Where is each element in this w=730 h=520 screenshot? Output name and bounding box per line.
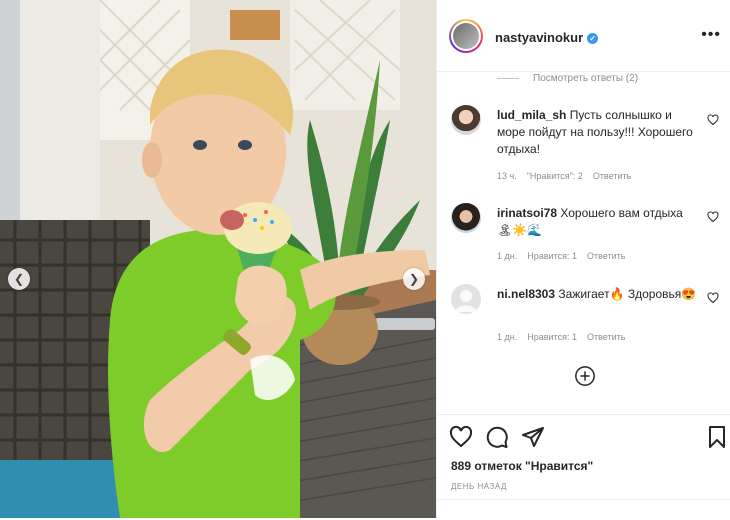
post-side-panel: nastyavinokur ✓ ••• Посмотреть ответы (2)… (436, 0, 730, 518)
comment-meta: 1 дн. Нравится: 1 Ответить (497, 251, 635, 261)
bookmark-icon[interactable] (705, 425, 729, 449)
comment-time[interactable]: 13 ч. (497, 171, 517, 181)
default-user-icon (455, 290, 477, 312)
comment-likes[interactable]: "Нравится": 2 (527, 171, 583, 181)
comment-likes[interactable]: Нравится: 1 (527, 332, 577, 342)
comment-avatar[interactable] (451, 203, 481, 233)
author-username[interactable]: nastyavinokur ✓ (495, 30, 599, 45)
comment-avatar[interactable] (451, 284, 481, 314)
reply-button[interactable]: Ответить (587, 332, 625, 342)
post-photo: ❮ ❯ (0, 0, 436, 518)
comment-username[interactable]: irinatsoi78 (497, 206, 557, 220)
next-photo-button[interactable]: ❯ (403, 268, 425, 290)
add-comment-bar[interactable] (437, 499, 730, 520)
photo-illustration (0, 0, 436, 518)
reply-button[interactable]: Ответить (593, 171, 631, 181)
comment-item: irinatsoi78 Хорошего вам отдыха🏝☀️🌊 1 дн… (451, 203, 721, 263)
heart-icon[interactable] (707, 211, 719, 223)
comment-username[interactable]: ni.nel8303 (497, 287, 555, 301)
share-icon[interactable] (521, 425, 545, 449)
verified-badge-icon: ✓ (587, 33, 599, 45)
comment-content: Зажигает🔥 Здоровья😍 (555, 287, 697, 301)
comment-meta: 13 ч. "Нравится": 2 Ответить (497, 171, 641, 181)
comment-username[interactable]: lud_mila_sh (497, 108, 566, 122)
comment-text: irinatsoi78 Хорошего вам отдыха🏝☀️🌊 (497, 205, 697, 239)
avatar-image (453, 23, 479, 49)
comment-avatar[interactable] (451, 105, 481, 135)
more-options-button[interactable]: ••• (701, 26, 721, 44)
view-replies-text[interactable]: Посмотреть ответы (2) (533, 73, 638, 84)
author-username-text[interactable]: nastyavinokur (495, 30, 583, 45)
comment-time[interactable]: 1 дн. (497, 251, 517, 261)
comment-icon[interactable] (485, 425, 509, 449)
comment-time[interactable]: 1 дн. (497, 332, 517, 342)
comment-text: lud_mila_sh Пусть солнышко и море пойдут… (497, 107, 697, 158)
heart-icon[interactable] (707, 114, 719, 126)
reply-button[interactable]: Ответить (587, 251, 625, 261)
post-header: nastyavinokur ✓ ••• (437, 0, 730, 72)
comment-likes[interactable]: Нравится: 1 (527, 251, 577, 261)
chevron-right-icon: ❯ (408, 272, 420, 286)
view-replies-link[interactable]: Посмотреть ответы (2) (497, 73, 638, 84)
heart-icon[interactable] (707, 292, 719, 304)
post-actions: 889 отметок "Нравится" ДЕНЬ НАЗАД (437, 414, 730, 518)
post-date[interactable]: ДЕНЬ НАЗАД (451, 482, 507, 491)
author-avatar[interactable] (449, 19, 483, 53)
heart-icon[interactable] (449, 425, 473, 449)
comment-meta: 1 дн. Нравится: 1 Ответить (497, 332, 635, 342)
comment-item: lud_mila_sh Пусть солнышко и море пойдут… (451, 105, 721, 185)
prev-photo-button[interactable]: ❮ (8, 268, 30, 290)
comment-text: ni.nel8303 Зажигает🔥 Здоровья😍 (497, 286, 697, 303)
add-circle-icon[interactable] (574, 365, 596, 387)
chevron-left-icon: ❮ (13, 272, 25, 286)
replies-divider-line (497, 77, 519, 79)
likes-count[interactable]: 889 отметок "Нравится" (451, 459, 593, 473)
comment-item: ni.nel8303 Зажигает🔥 Здоровья😍 1 дн. Нрав… (451, 284, 721, 344)
